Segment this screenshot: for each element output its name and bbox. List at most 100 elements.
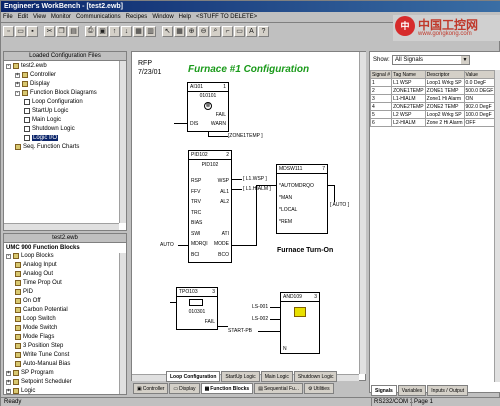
and109-block[interactable]: AND109 3 N [280,292,320,354]
tree-item[interactable]: 3 Position Step [15,343,63,349]
tree-item[interactable]: PID [15,289,33,295]
tab-variables[interactable]: Variables [397,385,427,396]
config-hscrollbar[interactable] [4,223,119,230]
save-icon[interactable]: ▪ [27,25,38,37]
tree-item[interactable]: - test2.ewb [6,63,47,69]
grid-icon[interactable]: ▦ [174,25,185,37]
tab-utilities[interactable]: ⚙ Utilities [303,383,334,394]
zoom-out-icon[interactable]: ⊖ [198,25,209,37]
cut-icon[interactable]: ✂ [44,25,55,37]
menu-help[interactable]: Help [179,14,191,20]
tree-item[interactable]: Write Tune Const [15,352,69,358]
tab-main-logic[interactable]: Main Logic [260,371,293,382]
ai101-block[interactable]: AI101 1 010101 ⊗ FAIL WARN DIS [187,82,229,132]
table-row[interactable]: 4 ZONE2TEMP ZONE2 TEMP 902.0 DegF [369,102,496,111]
col-tag-name[interactable]: Tag Name [391,70,426,79]
expand-icon[interactable]: + [6,379,11,385]
collapse-icon[interactable]: - [6,63,11,69]
tree-item[interactable]: Analog Input [15,262,57,268]
print-icon[interactable]: ⎙ [85,25,96,37]
tree-item[interactable]: + Controller [15,72,56,78]
menu-file[interactable]: File [3,14,13,20]
mdsw111-block[interactable]: MDSW111 7 *AUTOMDRQO *MAN *LOCAL *REM [276,164,328,234]
help-icon[interactable]: ? [258,25,269,37]
col-value[interactable]: Value [463,70,496,79]
tree-item[interactable]: Mode Switch [15,325,57,331]
download-icon[interactable]: ↓ [121,25,132,37]
tag-icon[interactable]: ▭ [234,25,245,37]
tree-item[interactable]: + SP Program [6,370,54,376]
menu-monitor[interactable]: Monitor [51,14,71,20]
tree-item[interactable]: + Setpoint Scheduler [6,379,72,385]
library-scrollbar[interactable] [119,253,126,394]
diagram-canvas[interactable]: RFP 7/23/01 Furnace #1 Configuration AI1… [131,51,366,381]
chevron-down-icon[interactable]: ▼ [461,56,469,64]
tree-item[interactable]: + Logic [6,388,35,394]
pointer-icon[interactable]: ↖ [162,25,173,37]
tab-display[interactable]: ▭ Display [169,383,200,394]
monitor-icon[interactable]: ▦ [133,25,144,37]
signals-scrollbar[interactable] [494,70,500,382]
new-file-icon[interactable]: ▫ [3,25,14,37]
table-row[interactable]: 2 ZONE1TEMP ZONE1 TEMP 500.0 DEGF [369,86,496,95]
tree-item[interactable]: Loop Switch [15,316,56,322]
text-icon[interactable]: A [246,25,257,37]
table-row[interactable]: 6 L2-HIALM Zone 2 Hi Alarm OFF [369,118,496,127]
expand-icon[interactable]: + [15,81,20,87]
copy-icon[interactable]: ❐ [56,25,67,37]
config-scrollbar[interactable] [119,61,126,223]
chart-icon[interactable]: ▥ [145,25,156,37]
tree-item[interactable]: Analog Out [15,271,53,277]
col-descriptor[interactable]: Descriptor [424,70,465,79]
tab-signals[interactable]: Signals [371,385,397,396]
zoom-in-icon[interactable]: ⊕ [186,25,197,37]
document-icon [24,117,30,123]
tree-item[interactable]: - Loop Blocks [6,253,54,259]
tree-item[interactable]: Seq. Function Charts [15,144,79,150]
open-file-icon[interactable]: ▭ [15,25,26,37]
zoom-fit-icon[interactable]: ⌕ [210,25,221,37]
collapse-icon[interactable]: - [15,90,20,96]
tab-inputs-outputs[interactable]: Inputs / Output [427,385,469,396]
tpo103-block[interactable]: TPO103 3 010301 FAIL [176,287,218,330]
collapse-icon[interactable]: - [6,253,11,259]
tab-function-blocks[interactable]: ▦ Function Blocks [200,383,254,394]
expand-icon[interactable]: + [6,370,11,376]
tab-loop-configuration[interactable]: Loop Configuration [166,371,221,382]
tree-item[interactable]: Logic I/O [24,135,59,141]
expand-icon[interactable]: + [15,72,20,78]
table-row[interactable]: 1 L1 WSP Loop1 Wrkg SP 0.0 DegF [369,78,496,87]
tree-item[interactable]: Time Prop Out [15,280,62,286]
pid102-block[interactable]: PID102 2 PID102 RSP FFV TRV TRC BIAS SWI MDRQI… [188,150,232,263]
tab-startup-logic[interactable]: StartUp Logic [221,371,260,382]
upload-icon[interactable]: ↑ [109,25,120,37]
tree-item[interactable]: Auto-Manual Bias [15,361,70,367]
menu-recipes[interactable]: Recipes [126,14,148,20]
show-select[interactable]: All Signals ▼ [392,55,470,65]
tree-item[interactable]: Shutdown Logic [24,126,75,132]
menu-window[interactable]: Window [152,14,173,20]
table-row[interactable]: 5 L2 WSP Loop2 Wrkg SP 100.0 DegF [369,110,496,119]
tree-item[interactable]: Carbon Potential [15,307,68,313]
tree-item[interactable]: - Function Block Diagrams [15,90,97,96]
tab-shutdown-logic[interactable]: Shutdown Logic [293,371,338,382]
menu-edit[interactable]: Edit [18,14,28,20]
canvas-vscrollbar[interactable] [359,52,366,374]
wire-icon[interactable]: ⌐ [222,25,233,37]
tab-sequential-functions[interactable]: ▤ Sequential Fu... [254,383,303,394]
tab-controller[interactable]: ▣ Controller [133,383,169,394]
tree-item[interactable]: On Off [15,298,41,304]
tree-item[interactable]: Main Logic [24,117,61,123]
table-row[interactable]: 3 L1-HIALM Zone1 Hi Alarm ON [369,94,496,103]
expand-icon[interactable]: + [6,388,11,394]
tree-item[interactable]: StartUp Logic [24,108,68,114]
tree-item[interactable]: Mode Flags [15,334,54,340]
controller-icon[interactable]: ▣ [97,25,108,37]
menu-communications[interactable]: Communications [76,14,121,20]
menu-view[interactable]: View [33,14,46,20]
tree-item[interactable]: + Display [15,81,50,87]
menu-stuff-to-delete[interactable]: <STUFF TO DELETE> [196,14,257,20]
paste-icon[interactable]: ▤ [68,25,79,37]
tree-item[interactable]: Loop Configuration [24,99,83,105]
col-signal[interactable]: Signal # [369,70,393,79]
